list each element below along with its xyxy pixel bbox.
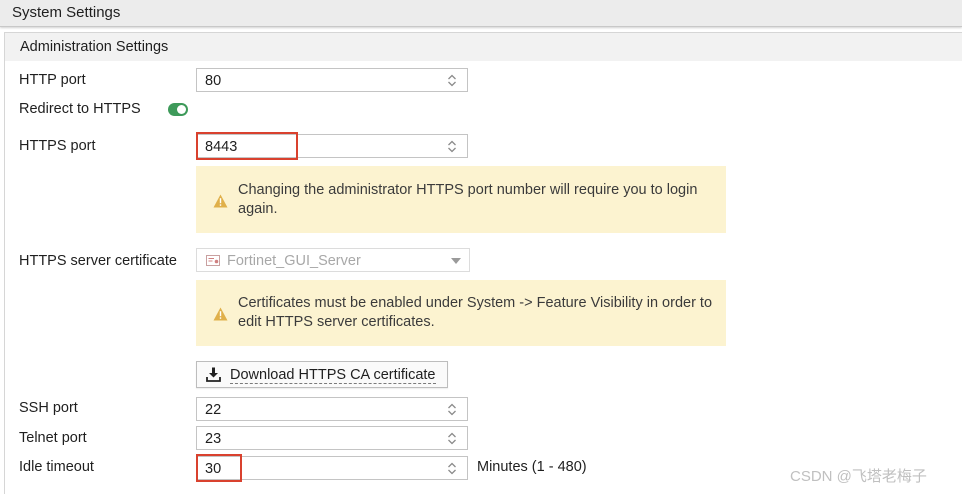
download-ca-certificate-label: Download HTTPS CA certificate bbox=[230, 367, 436, 384]
https-port-label: HTTPS port bbox=[19, 138, 96, 154]
spinner-arrows-icon[interactable] bbox=[447, 140, 457, 153]
spinner-arrows-icon[interactable] bbox=[447, 74, 457, 87]
ssh-port-value: 22 bbox=[205, 402, 222, 418]
idle-timeout-units: Minutes (1 - 480) bbox=[477, 459, 587, 475]
redirect-https-toggle[interactable] bbox=[168, 103, 188, 116]
download-icon bbox=[206, 367, 221, 382]
http-port-label: HTTP port bbox=[19, 72, 86, 88]
window-title: System Settings bbox=[12, 4, 121, 21]
redirect-https-label: Redirect to HTTPS bbox=[19, 101, 141, 117]
https-port-warning: Changing the administrator HTTPS port nu… bbox=[196, 166, 726, 233]
spinner-arrows-icon[interactable] bbox=[447, 403, 457, 416]
telnet-port-label: Telnet port bbox=[19, 430, 87, 446]
spinner-arrows-icon[interactable] bbox=[447, 462, 457, 475]
warning-icon bbox=[213, 307, 228, 321]
https-cert-value: Fortinet_GUI_Server bbox=[227, 253, 361, 269]
toggle-knob bbox=[177, 105, 186, 114]
certificate-icon bbox=[206, 255, 220, 266]
https-port-highlight bbox=[196, 132, 298, 160]
http-port-input[interactable]: 80 bbox=[196, 68, 468, 92]
download-ca-certificate-button[interactable]: Download HTTPS CA certificate bbox=[196, 361, 448, 388]
https-cert-warning-text: Certificates must be enabled under Syste… bbox=[238, 295, 713, 330]
watermark: CSDN @飞塔老梅子 bbox=[790, 468, 927, 485]
https-cert-warning: Certificates must be enabled under Syste… bbox=[196, 280, 726, 346]
section-title: Administration Settings bbox=[20, 39, 169, 55]
idle-timeout-highlight bbox=[196, 454, 242, 482]
idle-timeout-label: Idle timeout bbox=[19, 459, 94, 475]
telnet-port-value: 23 bbox=[205, 431, 222, 447]
https-cert-label: HTTPS server certificate bbox=[19, 253, 177, 269]
warning-icon bbox=[213, 194, 228, 208]
spinner-arrows-icon[interactable] bbox=[447, 432, 457, 445]
http-port-value: 80 bbox=[205, 73, 222, 89]
telnet-port-input[interactable]: 23 bbox=[196, 426, 468, 450]
https-cert-select[interactable]: Fortinet_GUI_Server bbox=[196, 248, 470, 272]
section-header: Administration Settings bbox=[5, 33, 962, 61]
ssh-port-input[interactable]: 22 bbox=[196, 397, 468, 421]
ssh-port-label: SSH port bbox=[19, 400, 78, 416]
window-title-bar: System Settings bbox=[0, 0, 962, 27]
chevron-down-icon bbox=[451, 258, 461, 264]
https-port-warning-text: Changing the administrator HTTPS port nu… bbox=[238, 182, 698, 217]
